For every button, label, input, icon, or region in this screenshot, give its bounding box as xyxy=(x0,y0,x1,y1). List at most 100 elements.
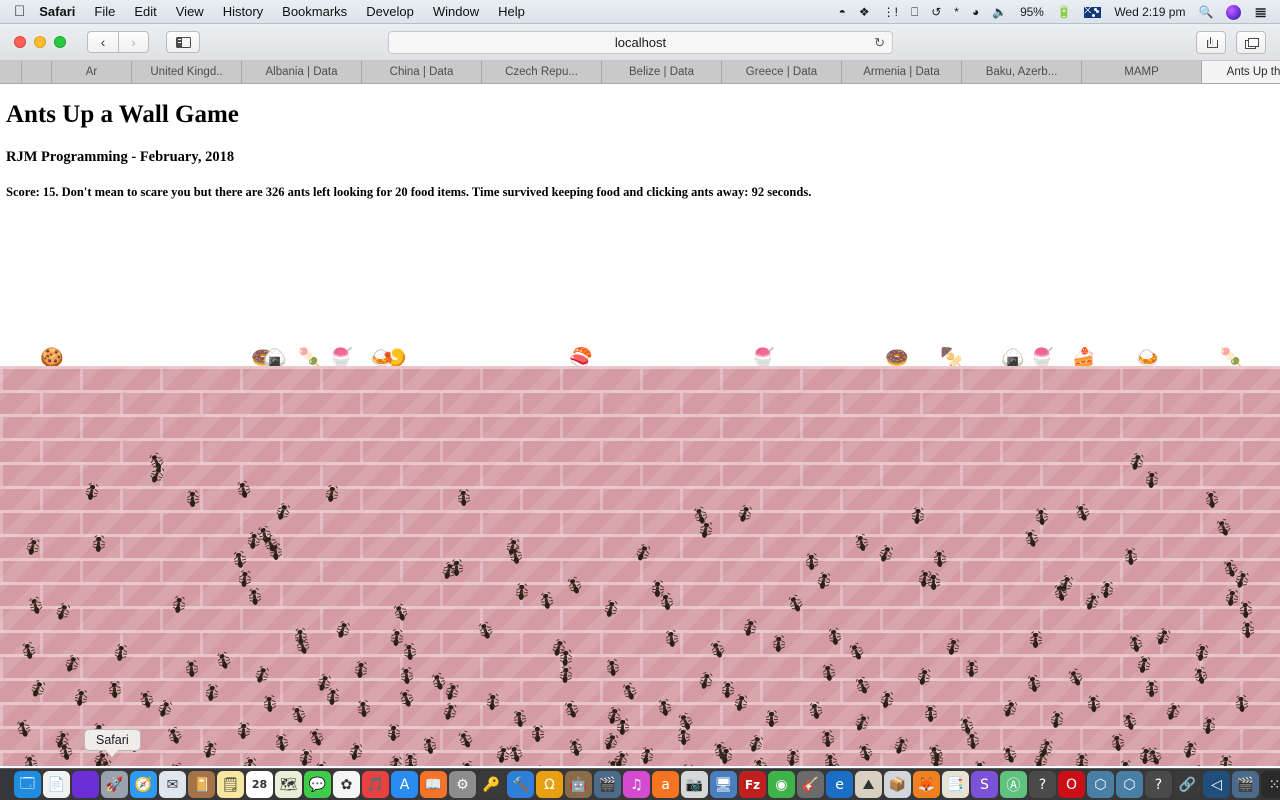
ant[interactable] xyxy=(1050,710,1063,729)
close-button[interactable] xyxy=(14,36,26,48)
ant[interactable] xyxy=(681,763,694,766)
sound-meter-icon[interactable]: ⋮! xyxy=(883,5,898,19)
dock-item-keychain-access[interactable]: 🔑 xyxy=(478,771,505,798)
time-machine-icon[interactable]: ↺ xyxy=(931,5,941,19)
ant[interactable] xyxy=(392,603,408,623)
menu-bar-clock[interactable]: Wed 2:19 pm xyxy=(1114,5,1185,19)
browser-tab-4[interactable]: Albania | Data xyxy=(242,61,362,83)
ant[interactable] xyxy=(461,760,476,766)
dock-item-virtualbox-box[interactable]: 📦 xyxy=(884,771,911,798)
browser-tab-3[interactable]: United Kingd.. xyxy=(132,61,242,83)
browser-tab-7[interactable]: Belize | Data xyxy=(602,61,722,83)
ant[interactable] xyxy=(1119,760,1132,766)
dock-item-filezilla[interactable]: Fz xyxy=(739,771,766,798)
ant[interactable] xyxy=(243,756,257,766)
menu-item-window[interactable]: Window xyxy=(433,4,479,19)
dock-item-imovie[interactable]: 🎬 xyxy=(594,771,621,798)
ant[interactable] xyxy=(299,748,313,766)
menu-item-develop[interactable]: Develop xyxy=(366,4,414,19)
ant[interactable] xyxy=(357,699,370,718)
ant[interactable] xyxy=(612,750,628,766)
dock-item-php-storm[interactable]: S xyxy=(971,771,998,798)
dock-item-virtualbox[interactable]: ⬡ xyxy=(1087,771,1114,798)
ant[interactable] xyxy=(1223,559,1239,579)
sidebar-icon[interactable] xyxy=(166,31,200,53)
brick-wall-game-area[interactable] xyxy=(0,366,1280,766)
browser-tab-6[interactable]: Czech Repu... xyxy=(482,61,602,83)
dock-item-google-chrome[interactable]: ◉ xyxy=(768,771,795,798)
dock-item-garageband[interactable]: 🎸 xyxy=(797,771,824,798)
ant[interactable] xyxy=(216,651,231,671)
ant[interactable] xyxy=(63,654,79,674)
dock-item-maps[interactable]: 🗺 xyxy=(275,771,302,798)
dock-item-calendar[interactable]: 28 xyxy=(246,771,273,798)
ant[interactable] xyxy=(1075,752,1088,766)
search-icon[interactable]: 🔍 xyxy=(1198,5,1213,19)
dock-item-imovie-2[interactable]: 🎬 xyxy=(1232,771,1259,798)
ant[interactable] xyxy=(1165,702,1181,722)
airplay-audio-icon[interactable]: ◓ xyxy=(839,5,846,19)
ant[interactable] xyxy=(1190,764,1206,766)
zoom-button[interactable] xyxy=(54,36,66,48)
browser-tab-10[interactable]: Baku, Azerb... xyxy=(962,61,1082,83)
dock-item-automator[interactable]: 🤖 xyxy=(565,771,592,798)
ant[interactable] xyxy=(185,659,198,678)
ant[interactable] xyxy=(765,710,778,727)
ant[interactable] xyxy=(156,699,172,719)
ant[interactable] xyxy=(1145,470,1158,489)
notification-center-icon[interactable]: ≣ xyxy=(1254,3,1267,21)
browser-tab-9[interactable]: Armenia | Data xyxy=(842,61,962,83)
ant[interactable] xyxy=(606,658,619,677)
browser-tab-12[interactable]: Ants Up the... xyxy=(1202,61,1280,83)
ant[interactable] xyxy=(513,709,526,728)
dock-item-opera[interactable]: O xyxy=(1058,771,1085,798)
siri-icon[interactable] xyxy=(1226,4,1242,20)
ant[interactable] xyxy=(974,761,985,766)
ant[interactable] xyxy=(1146,747,1162,766)
ant[interactable] xyxy=(1139,746,1152,765)
ant[interactable] xyxy=(1215,518,1231,538)
ant[interactable] xyxy=(315,761,330,766)
australia-flag-icon[interactable] xyxy=(1084,6,1102,18)
dock-item-microsoft-edge[interactable]: e xyxy=(826,771,853,798)
ant[interactable] xyxy=(389,755,402,766)
ant[interactable] xyxy=(824,752,837,766)
battery-charging-icon[interactable]: 🔋 xyxy=(1057,5,1072,19)
dock-item-help-viewer[interactable]: ? xyxy=(1029,771,1056,798)
ant[interactable] xyxy=(148,465,164,484)
dropbox-icon[interactable]: ❖ xyxy=(859,5,870,19)
minimize-button[interactable] xyxy=(34,36,46,48)
volume-icon[interactable]: 🔈 xyxy=(992,5,1007,19)
menu-item-file[interactable]: File xyxy=(94,4,115,19)
ant[interactable] xyxy=(786,748,799,766)
share-icon[interactable] xyxy=(1196,31,1226,54)
forward-button[interactable]: › xyxy=(118,31,149,53)
dock-item-siri[interactable] xyxy=(72,771,99,798)
ant[interactable] xyxy=(607,758,623,766)
browser-tab-11[interactable]: MAMP xyxy=(1082,61,1202,83)
dock-item-avast[interactable]: a xyxy=(652,771,679,798)
ant[interactable] xyxy=(752,757,768,766)
address-bar[interactable]: localhost ↻ xyxy=(388,31,893,54)
ant[interactable] xyxy=(1035,507,1048,526)
ant[interactable] xyxy=(441,561,456,580)
dock-item-android-studio[interactable]: Ⓐ xyxy=(1000,771,1027,798)
ant[interactable] xyxy=(808,701,822,720)
ant[interactable] xyxy=(291,705,306,725)
dock-item-photos[interactable]: ✿ xyxy=(333,771,360,798)
dock-item-safari[interactable]: 🧭 xyxy=(130,771,157,798)
dock-item-remote-desktop[interactable]: 🖥 xyxy=(710,771,737,798)
dock-item-wolfram[interactable]: Ω xyxy=(536,771,563,798)
menu-item-safari[interactable]: Safari xyxy=(39,4,75,19)
menu-item-edit[interactable]: Edit xyxy=(134,4,156,19)
dock-item-messages[interactable]: 💬 xyxy=(304,771,331,798)
dock-item-keys[interactable]: 🔗 xyxy=(1174,771,1201,798)
ant[interactable] xyxy=(1136,655,1150,674)
dock-item-firefox[interactable]: 🦊 xyxy=(913,771,940,798)
dock-item-books[interactable]: 📖 xyxy=(420,771,447,798)
ant[interactable] xyxy=(1219,755,1232,766)
bluetooth-icon[interactable]: * xyxy=(954,5,959,19)
dock-item-document[interactable]: 📄 xyxy=(43,771,70,798)
dock-item-itunes-store[interactable]: 🎵 xyxy=(362,771,389,798)
ant[interactable] xyxy=(1033,750,1049,766)
